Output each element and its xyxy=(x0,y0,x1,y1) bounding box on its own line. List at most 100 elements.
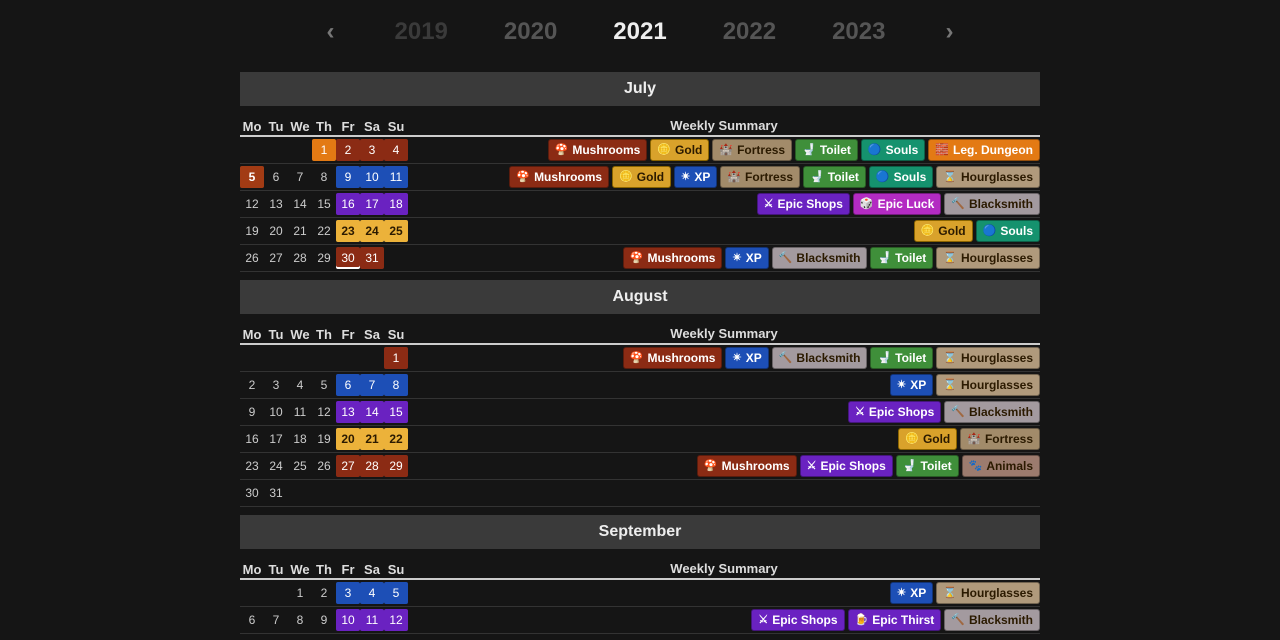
event-tag-hour[interactable]: ⌛Hourglasses xyxy=(936,247,1040,269)
event-tag-black[interactable]: 🔨Blacksmith xyxy=(772,347,868,369)
event-tag-hour[interactable]: ⌛Hourglasses xyxy=(936,374,1040,396)
event-tag-fortress[interactable]: 🏰Fortress xyxy=(712,139,792,161)
event-tag-black[interactable]: 🔨Blacksmith xyxy=(944,193,1040,215)
day-cell[interactable]: 21 xyxy=(288,220,312,242)
day-cell[interactable]: 9 xyxy=(336,166,360,188)
day-cell[interactable]: 11 xyxy=(384,166,408,188)
event-tag-mush[interactable]: 🍄Mushrooms xyxy=(697,455,797,477)
day-cell[interactable]: 7 xyxy=(264,609,288,631)
year-option[interactable]: 2019 xyxy=(395,18,448,46)
day-cell[interactable]: 5 xyxy=(312,374,336,396)
day-cell[interactable]: 22 xyxy=(384,428,408,450)
day-cell[interactable]: 25 xyxy=(384,220,408,242)
event-tag-gold[interactable]: 🪙Gold xyxy=(612,166,671,188)
day-cell[interactable]: 11 xyxy=(288,401,312,423)
day-cell[interactable]: 28 xyxy=(288,247,312,269)
event-tag-mush[interactable]: 🍄Mushrooms xyxy=(548,139,648,161)
day-cell[interactable]: 8 xyxy=(312,166,336,188)
day-cell[interactable]: 19 xyxy=(312,428,336,450)
day-cell[interactable]: 7 xyxy=(288,166,312,188)
day-cell[interactable]: 6 xyxy=(264,166,288,188)
day-cell[interactable]: 1 xyxy=(312,139,336,161)
day-cell[interactable]: 30 xyxy=(336,247,360,269)
day-cell[interactable]: 3 xyxy=(264,374,288,396)
event-tag-xp[interactable]: ✴XP xyxy=(890,374,933,396)
day-cell[interactable]: 5 xyxy=(240,166,264,188)
day-cell[interactable]: 4 xyxy=(384,139,408,161)
day-cell[interactable]: 10 xyxy=(264,401,288,423)
day-cell[interactable]: 18 xyxy=(384,193,408,215)
event-tag-hour[interactable]: ⌛Hourglasses xyxy=(936,347,1040,369)
day-cell[interactable]: 9 xyxy=(240,401,264,423)
day-cell[interactable]: 19 xyxy=(240,220,264,242)
day-cell[interactable]: 28 xyxy=(360,455,384,477)
event-tag-eshops[interactable]: ⚔Epic Shops xyxy=(757,193,850,215)
event-tag-eshops[interactable]: ⚔Epic Shops xyxy=(800,455,893,477)
day-cell[interactable]: 1 xyxy=(384,347,408,369)
event-tag-animals[interactable]: 🐾Animals xyxy=(962,455,1040,477)
day-cell[interactable]: 16 xyxy=(336,193,360,215)
day-cell[interactable]: 15 xyxy=(384,401,408,423)
day-cell[interactable]: 3 xyxy=(336,582,360,604)
event-tag-souls[interactable]: 🔵Souls xyxy=(869,166,933,188)
event-tag-black[interactable]: 🔨Blacksmith xyxy=(944,609,1040,631)
event-tag-xp[interactable]: ✴XP xyxy=(674,166,717,188)
day-cell[interactable]: 10 xyxy=(360,166,384,188)
day-cell[interactable]: 29 xyxy=(312,247,336,269)
day-cell[interactable]: 21 xyxy=(360,428,384,450)
day-cell[interactable]: 17 xyxy=(360,193,384,215)
day-cell[interactable]: 15 xyxy=(312,193,336,215)
day-cell[interactable]: 30 xyxy=(240,482,264,504)
day-cell[interactable]: 8 xyxy=(384,374,408,396)
day-cell[interactable]: 9 xyxy=(312,609,336,631)
event-tag-fortress[interactable]: 🏰Fortress xyxy=(960,428,1040,450)
event-tag-toilet[interactable]: 🚽Toilet xyxy=(896,455,959,477)
day-cell[interactable]: 10 xyxy=(336,609,360,631)
day-cell[interactable]: 27 xyxy=(336,455,360,477)
day-cell[interactable]: 12 xyxy=(240,193,264,215)
event-tag-xp[interactable]: ✴XP xyxy=(725,247,768,269)
day-cell[interactable]: 6 xyxy=(240,609,264,631)
event-tag-hour[interactable]: ⌛Hourglasses xyxy=(936,582,1040,604)
day-cell[interactable]: 14 xyxy=(288,193,312,215)
event-tag-souls[interactable]: 🔵Souls xyxy=(861,139,925,161)
event-tag-ethirst[interactable]: 🍺Epic Thirst xyxy=(848,609,942,631)
event-tag-eshops[interactable]: ⚔Epic Shops xyxy=(848,401,941,423)
event-tag-hour[interactable]: ⌛Hourglasses xyxy=(936,166,1040,188)
day-cell[interactable]: 3 xyxy=(360,139,384,161)
day-cell[interactable]: 24 xyxy=(360,220,384,242)
day-cell[interactable]: 25 xyxy=(288,455,312,477)
day-cell[interactable]: 20 xyxy=(264,220,288,242)
day-cell[interactable]: 26 xyxy=(240,247,264,269)
event-tag-gold[interactable]: 🪙Gold xyxy=(650,139,709,161)
day-cell[interactable]: 2 xyxy=(336,139,360,161)
day-cell[interactable]: 29 xyxy=(384,455,408,477)
event-tag-toilet[interactable]: 🚽Toilet xyxy=(870,247,933,269)
event-tag-mush[interactable]: 🍄Mushrooms xyxy=(623,347,723,369)
day-cell[interactable]: 12 xyxy=(312,401,336,423)
day-cell[interactable]: 23 xyxy=(336,220,360,242)
year-option[interactable]: 2023 xyxy=(832,18,885,46)
day-cell[interactable]: 13 xyxy=(336,401,360,423)
event-tag-black[interactable]: 🔨Blacksmith xyxy=(772,247,868,269)
event-tag-fortress[interactable]: 🏰Fortress xyxy=(720,166,800,188)
day-cell[interactable]: 2 xyxy=(240,374,264,396)
event-tag-gold[interactable]: 🪙Gold xyxy=(914,220,973,242)
event-tag-legdun[interactable]: 🧱Leg. Dungeon xyxy=(928,139,1040,161)
event-tag-toilet[interactable]: 🚽Toilet xyxy=(795,139,858,161)
year-option[interactable]: 2022 xyxy=(723,18,776,46)
event-tag-mush[interactable]: 🍄Mushrooms xyxy=(509,166,609,188)
day-cell[interactable]: 24 xyxy=(264,455,288,477)
day-cell[interactable]: 7 xyxy=(360,374,384,396)
day-cell[interactable]: 5 xyxy=(384,582,408,604)
day-cell[interactable]: 16 xyxy=(240,428,264,450)
day-cell[interactable]: 23 xyxy=(240,455,264,477)
event-tag-toilet[interactable]: 🚽Toilet xyxy=(870,347,933,369)
day-cell[interactable]: 31 xyxy=(264,482,288,504)
event-tag-souls[interactable]: 🔵Souls xyxy=(976,220,1040,242)
day-cell[interactable]: 6 xyxy=(336,374,360,396)
day-cell[interactable]: 13 xyxy=(264,193,288,215)
event-tag-xp[interactable]: ✴XP xyxy=(890,582,933,604)
next-year-button[interactable]: › xyxy=(941,18,957,46)
prev-year-button[interactable]: ‹ xyxy=(323,18,339,46)
